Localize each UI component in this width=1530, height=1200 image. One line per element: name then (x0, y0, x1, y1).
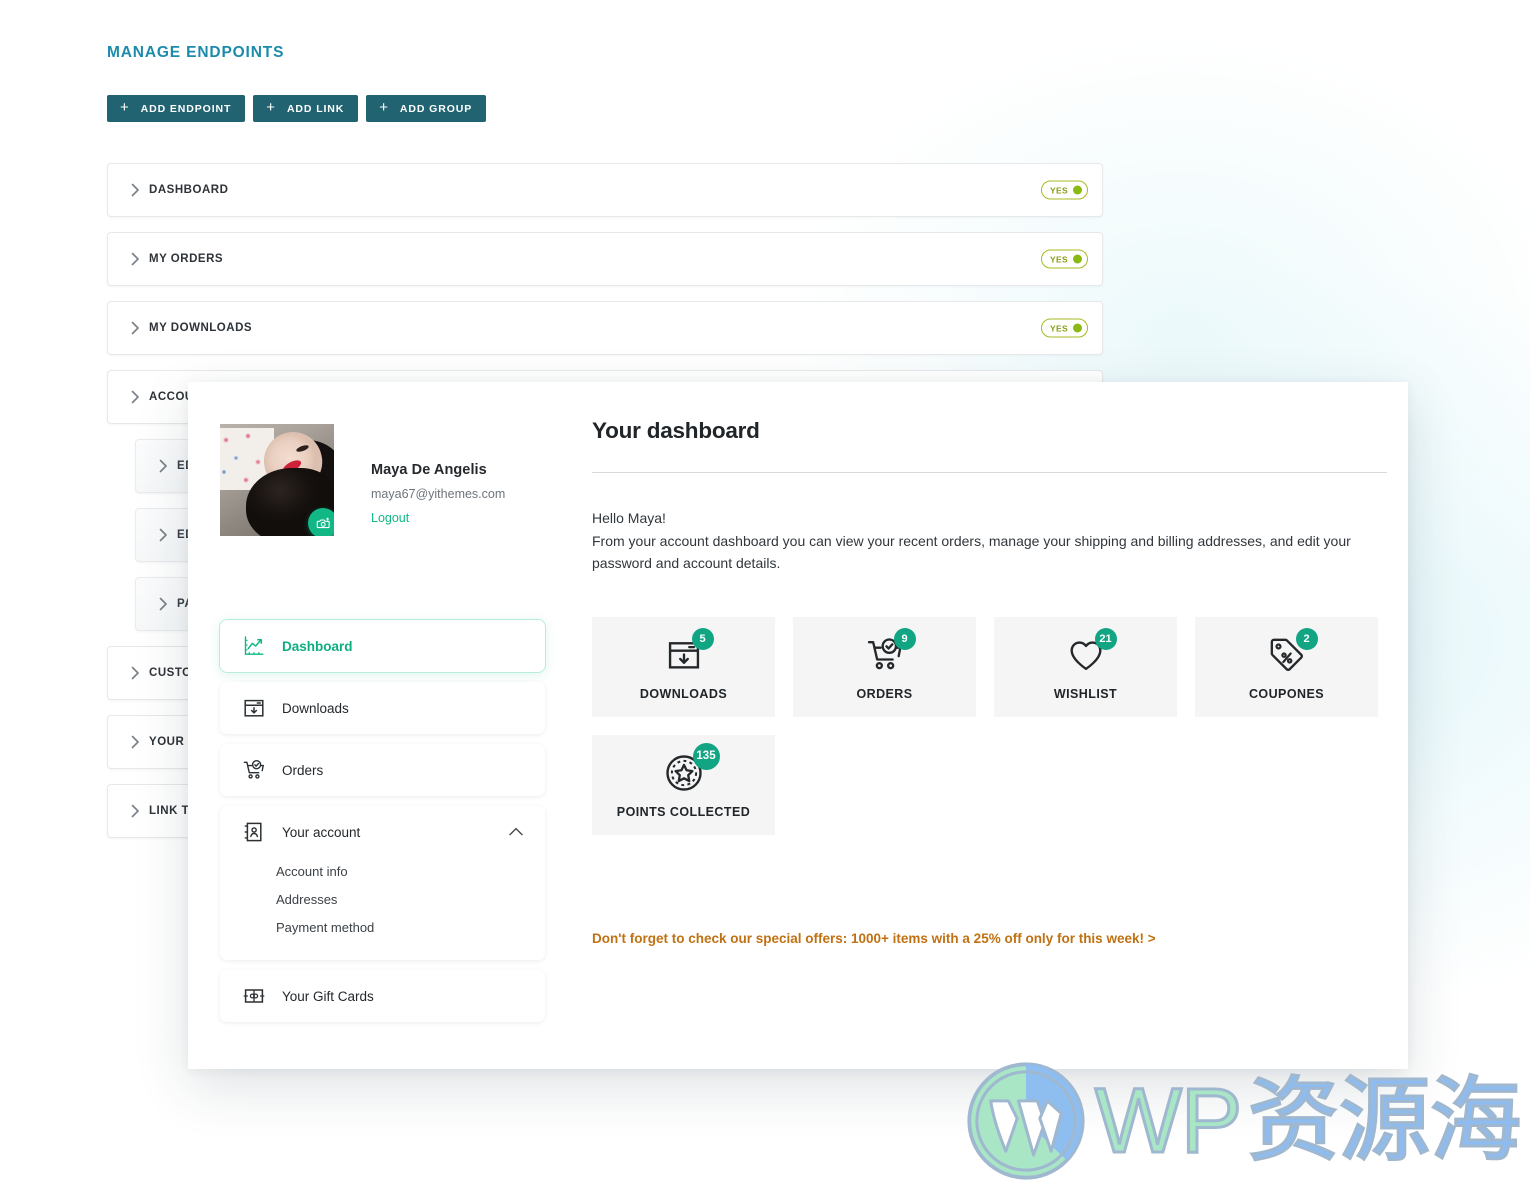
endpoint-row-my-orders[interactable]: MY ORDERS YES (107, 232, 1103, 286)
divider (592, 472, 1387, 473)
toggle-knob (1073, 323, 1082, 333)
endpoint-row-dashboard[interactable]: DASHBOARD YES (107, 163, 1103, 217)
status-toggle[interactable]: YES (1040, 249, 1088, 269)
add-group-label: ADD GROUP (399, 102, 473, 115)
stat-badge: 135 (692, 743, 720, 771)
stat-card-label: WISHLIST (1053, 687, 1118, 702)
toggle-label: YES (1049, 185, 1068, 195)
stat-card-label: ORDERS (856, 687, 913, 702)
chevron-right-icon[interactable] (153, 594, 173, 614)
add-endpoint-label: ADD ENDPOINT (140, 102, 232, 115)
dashboard-title: Your dashboard (592, 418, 760, 443)
toggle-knob (1073, 185, 1082, 195)
dashboard-intro: Hello Maya! From your account dashboard … (592, 507, 1387, 575)
endpoint-label: CUSTO (149, 667, 192, 679)
cart-check-icon (242, 758, 266, 782)
user-name: Maya De Angelis (371, 462, 487, 478)
stat-card-orders[interactable]: 9 ORDERS (793, 617, 976, 718)
greeting-line: Hello Maya! (592, 510, 666, 526)
heart-icon: 21 (1066, 628, 1117, 677)
endpoint-label: DASHBOARD (149, 184, 229, 196)
line-chart-icon (242, 634, 266, 658)
avatar (220, 424, 334, 536)
sidebar-nav: Dashboard Downloads Orders Your account … (220, 620, 545, 1022)
toolbar: + ADD ENDPOINT + ADD LINK + ADD GROUP (107, 95, 487, 122)
camera-icon[interactable] (308, 508, 334, 536)
cart-check-icon: 9 (865, 628, 916, 677)
stat-card-points-collected[interactable]: 135 POINTS COLLECTED (592, 735, 775, 836)
sidebar-item-your-account[interactable]: Your account (220, 806, 545, 858)
stat-card-downloads[interactable]: 5 DOWNLOADS (592, 617, 775, 718)
stat-card-coupones[interactable]: 2 COUPONES (1195, 617, 1378, 718)
download-box-icon: 5 (665, 628, 714, 677)
dashboard-sidebar: Maya De Angelis maya67@yithemes.com Logo… (220, 424, 545, 1032)
add-link-label: ADD LINK (286, 102, 345, 115)
endpoint-row-my-downloads[interactable]: MY DOWNLOADS YES (107, 301, 1103, 355)
stat-badge: 2 (1295, 628, 1318, 651)
chevron-right-icon[interactable] (125, 801, 145, 821)
sidebar-item-dashboard[interactable]: Dashboard (220, 620, 545, 672)
chevron-right-icon[interactable] (153, 525, 173, 545)
stat-badge: 21 (1094, 628, 1117, 651)
chevron-right-icon[interactable] (125, 663, 145, 683)
address-book-icon (242, 820, 266, 844)
endpoint-label: MY DOWNLOADS (149, 322, 253, 334)
toggle-label: YES (1049, 323, 1068, 333)
sidebar-item-label: Your account (282, 824, 361, 840)
status-toggle[interactable]: YES (1040, 180, 1088, 200)
user-card: Maya De Angelis maya67@yithemes.com Logo… (220, 424, 545, 536)
logout-link[interactable]: Logout (371, 511, 505, 525)
account-dashboard-preview: Maya De Angelis maya67@yithemes.com Logo… (188, 382, 1408, 1069)
add-endpoint-button[interactable]: + ADD ENDPOINT (107, 95, 246, 122)
toggle-label: YES (1049, 254, 1068, 264)
coupon-tag-icon: 2 (1267, 628, 1318, 677)
sidebar-item-label: Your Gift Cards (282, 988, 374, 1004)
sidebar-item-label: Dashboard (282, 638, 353, 654)
add-link-button[interactable]: + ADD LINK (253, 95, 359, 122)
stat-card-label: DOWNLOADS (639, 687, 728, 702)
sidebar-subitem-account-info[interactable]: Account info (220, 858, 545, 886)
chevron-right-icon[interactable] (125, 180, 145, 200)
chevron-up-icon[interactable] (509, 823, 523, 841)
chevron-right-icon[interactable] (153, 456, 173, 476)
stat-badge: 5 (691, 628, 714, 651)
sidebar-subitem-addresses[interactable]: Addresses (220, 886, 545, 914)
sidebar-item-orders[interactable]: Orders (220, 744, 545, 796)
stat-card-label: POINTS COLLECTED (616, 805, 751, 820)
gift-card-icon (242, 984, 266, 1008)
stat-card-row-2: 135 POINTS COLLECTED (592, 735, 1387, 836)
stat-card-wishlist[interactable]: 21 WISHLIST (994, 617, 1177, 718)
user-meta: Maya De Angelis maya67@yithemes.com Logo… (371, 424, 505, 525)
dashboard-main: Your dashboard Hello Maya! From your acc… (592, 418, 1387, 946)
endpoint-label: MY ORDERS (149, 253, 224, 265)
stat-card-label: COUPONES (1248, 687, 1325, 702)
page-title: MANAGE ENDPOINTS (107, 44, 285, 61)
intro-line: From your account dashboard you can view… (592, 532, 1351, 572)
user-email: maya67@yithemes.com (371, 487, 506, 501)
download-box-icon (242, 696, 266, 720)
stat-card-row-1: 5 DOWNLOADS 9 ORDERS 21 WISHLIST 2 COUPO… (592, 617, 1387, 718)
chevron-right-icon[interactable] (125, 249, 145, 269)
chevron-right-icon[interactable] (125, 318, 145, 338)
plus-icon: + (266, 99, 276, 116)
sidebar-item-downloads[interactable]: Downloads (220, 682, 545, 734)
sidebar-item-your-gift-cards[interactable]: Your Gift Cards (220, 970, 545, 1022)
star-coin-icon: 135 (662, 743, 720, 795)
sidebar-group-your-account: Your account Account info Addresses Paym… (220, 806, 545, 960)
sidebar-item-label: Downloads (282, 700, 349, 716)
sidebar-subitem-payment-method[interactable]: Payment method (220, 914, 545, 942)
screen: MANAGE ENDPOINTS + ADD ENDPOINT + ADD LI… (0, 0, 1530, 1200)
add-group-button[interactable]: + ADD GROUP (366, 95, 487, 122)
chevron-right-icon[interactable] (125, 732, 145, 752)
toggle-knob (1073, 254, 1082, 264)
stat-badge: 9 (893, 628, 916, 651)
promo-link[interactable]: Don't forget to check our special offers… (592, 931, 1387, 946)
chevron-right-icon[interactable] (125, 387, 145, 407)
plus-icon: + (379, 99, 389, 116)
plus-icon: + (120, 99, 130, 116)
sidebar-item-label: Orders (282, 762, 324, 778)
status-toggle[interactable]: YES (1040, 318, 1088, 338)
